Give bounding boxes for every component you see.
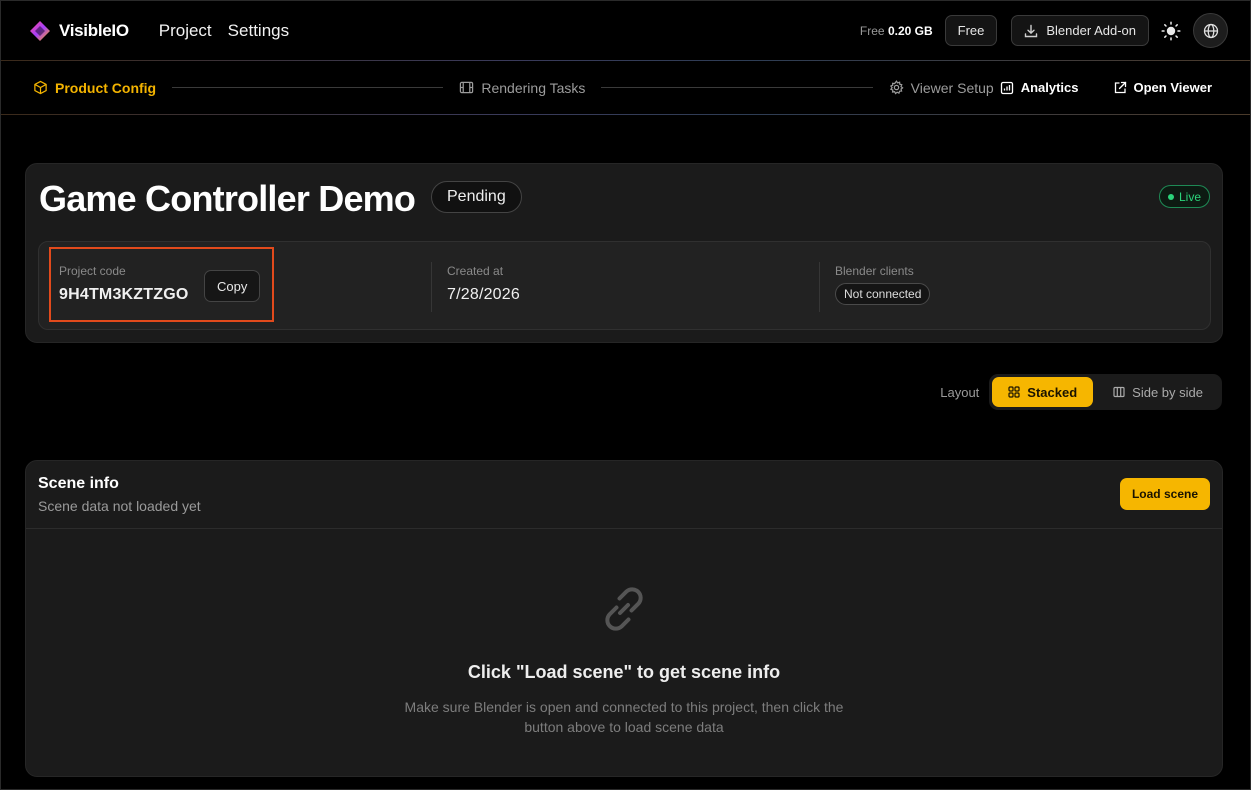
logo-icon [29, 20, 51, 42]
download-icon [1024, 24, 1038, 38]
live-label: Live [1178, 189, 1201, 204]
step-label: Rendering Tasks [481, 79, 586, 96]
load-scene-button[interactable]: Load scene [1119, 478, 1210, 510]
blender-clients-label: Blender clients [835, 264, 914, 278]
connection-status-badge: Not connected [835, 283, 931, 305]
project-title: Game Controller Demo [39, 178, 416, 219]
scene-header: Scene info Scene data not loaded yet [38, 475, 201, 514]
analytics-link[interactable]: Analytics [1000, 80, 1079, 95]
link-icon [594, 579, 654, 639]
created-at-value: 7/28/2026 [447, 286, 520, 303]
step-label: Product Config [55, 79, 157, 96]
film-icon [459, 80, 474, 95]
workflow-divider [1, 114, 1250, 115]
scene-info-card: Scene info Scene data not loaded yet Loa… [25, 460, 1223, 777]
external-link-icon [1113, 81, 1127, 95]
top-bar: VisibleIO Project Settings Free 0.20 GB … [1, 1, 1250, 60]
theme-toggle-sun-icon[interactable] [1159, 19, 1183, 43]
brand-logo[interactable]: VisibleIO [29, 20, 129, 42]
highlight-box [49, 247, 274, 322]
empty-state-description: Make sure Blender is open and connected … [404, 699, 844, 735]
layout-segmented-control: Stacked Side by side [989, 374, 1222, 410]
workflow-actions: Analytics Open Viewer [1000, 80, 1212, 95]
layout-stacked-label: Stacked [1027, 384, 1078, 400]
layout-side-by-side-button[interactable]: Side by side [1097, 377, 1219, 407]
nav-settings[interactable]: Settings [228, 21, 289, 41]
step-rendering-tasks[interactable]: Rendering Tasks [459, 80, 585, 96]
columns-icon [1113, 386, 1125, 398]
analytics-label: Analytics [1020, 80, 1079, 95]
step-viewer-setup[interactable]: Viewer Setup [889, 80, 994, 96]
created-at-label: Created at [447, 264, 504, 278]
step-product-config[interactable]: Product Config [33, 80, 156, 96]
project-card: Game Controller Demo Pending Live Projec… [25, 163, 1223, 343]
scene-subtitle: Scene data not loaded yet [38, 498, 201, 514]
step-label: Viewer Setup [910, 79, 994, 96]
open-viewer-label: Open Viewer [1133, 80, 1213, 95]
layout-side-by-side-label: Side by side [1132, 384, 1203, 400]
step-connector [601, 87, 873, 88]
brand-name: VisibleIO [59, 20, 129, 40]
scene-title: Scene info [38, 475, 119, 492]
layout-label: Layout [940, 384, 980, 400]
empty-state-title: Click "Load scene" to get scene info [467, 662, 781, 682]
gear-icon [889, 80, 904, 95]
live-badge: Live [1158, 185, 1210, 208]
plan-button[interactable]: Free [944, 15, 998, 46]
chart-icon [1000, 81, 1014, 95]
storage-value: 0.20 GB [887, 23, 933, 38]
created-at-section: Created at 7/28/2026 [431, 262, 819, 312]
grid-icon [1008, 386, 1020, 398]
blender-addon-button[interactable]: Blender Add-on [1011, 15, 1149, 46]
top-actions: Free 0.20 GB Free Blender Add-on [860, 13, 1228, 48]
blender-addon-label: Blender Add-on [1046, 23, 1136, 38]
layout-stacked-button[interactable]: Stacked [992, 377, 1094, 407]
step-connector [172, 87, 444, 88]
project-info-box: Project code 9H4TM3KZTZGO Copy Created a… [38, 241, 1211, 330]
blender-clients-section: Blender clients Not connected [819, 262, 1199, 312]
open-viewer-link[interactable]: Open Viewer [1113, 80, 1213, 95]
scene-divider [26, 528, 1222, 529]
nav-project[interactable]: Project [159, 21, 212, 41]
workflow-nav: Product Config Rendering Tasks Viewer Se… [1, 61, 1250, 114]
status-badge: Pending [431, 181, 522, 213]
language-globe-icon[interactable] [1193, 13, 1228, 48]
layout-switcher: Layout Stacked Side by side [940, 374, 1222, 410]
cube-icon [33, 80, 48, 95]
storage-indicator: Free 0.20 GB [860, 24, 933, 38]
empty-state: Click "Load scene" to get scene info Mak… [26, 579, 1222, 737]
live-dot-icon [1167, 193, 1174, 200]
top-nav: Project Settings [159, 21, 289, 41]
storage-prefix: Free [859, 23, 885, 38]
